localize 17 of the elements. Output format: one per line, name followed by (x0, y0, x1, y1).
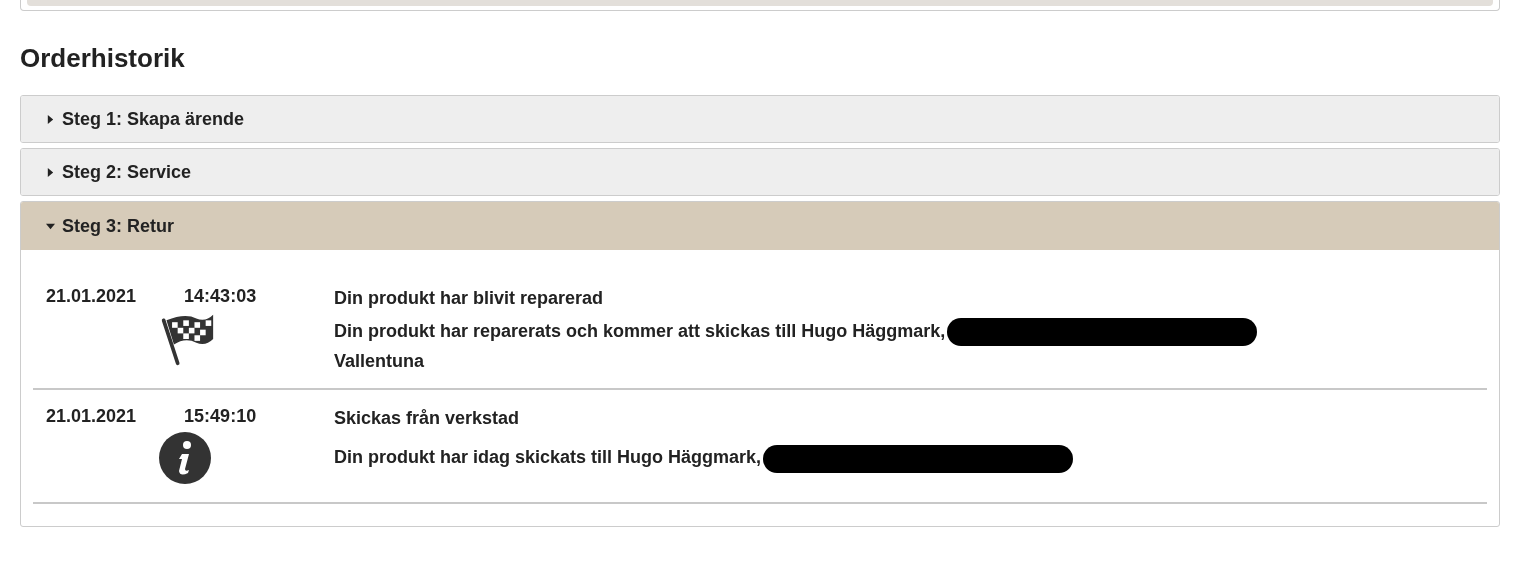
info-icon (158, 431, 212, 486)
accordion-header[interactable]: Steg 3: Retur (21, 202, 1499, 250)
event-date: 21.01.2021 (46, 286, 137, 307)
event-detail: Vallentuna (334, 350, 426, 374)
section-title: Orderhistorik (20, 43, 186, 74)
accordion-header[interactable]: Steg 2: Service (21, 149, 1499, 195)
caret-icon (46, 167, 55, 177)
caret-icon (46, 221, 55, 231)
event-time: 14:43:03 (184, 286, 257, 307)
event-date: 21.01.2021 (46, 406, 137, 428)
event-detail: Din produkt har idag skickats till Hugo Häggmark, (334, 447, 762, 468)
event-title: Din produkt har blivit reparerad (334, 287, 605, 310)
event-detail: Din produkt har reparerats och kommer att skickas till Hugo Häggmark, (334, 321, 946, 341)
event-time: 15:49:10 (184, 406, 257, 428)
accordion-header[interactable]: Steg 1: Skapa ärende (21, 96, 1499, 142)
event-title: Skickas från verkstad (334, 407, 521, 431)
caret-icon (46, 114, 55, 124)
